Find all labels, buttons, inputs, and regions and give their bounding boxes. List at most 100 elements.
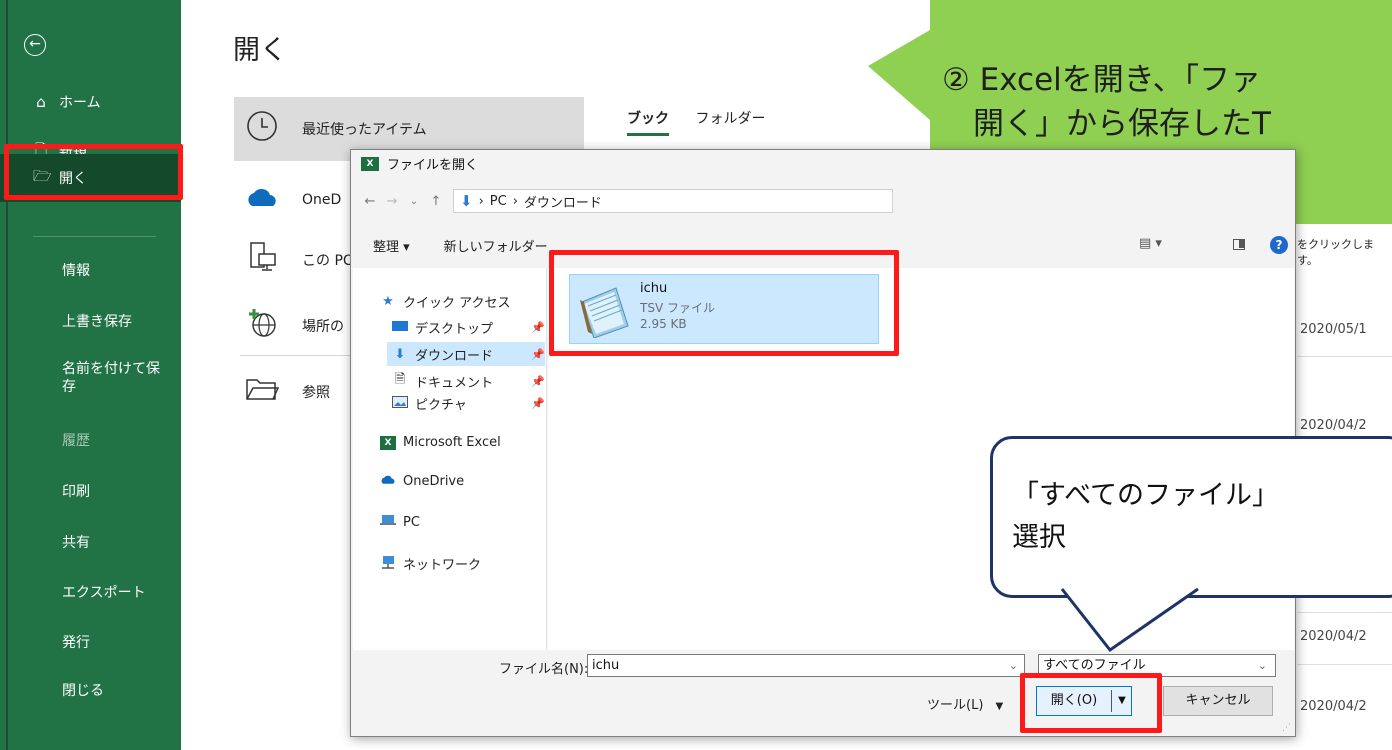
row-divider — [1297, 664, 1392, 665]
breadcrumb-downloads[interactable]: ダウンロード — [524, 192, 602, 211]
back-icon[interactable]: ← — [359, 194, 381, 209]
row-divider — [1297, 612, 1392, 613]
location-onedrive-label: OneD — [302, 192, 342, 208]
network-icon — [379, 555, 397, 573]
nav-downloads-label: ダウンロード — [415, 348, 494, 364]
chevron-down-icon: ⌄ — [1257, 659, 1267, 672]
excel-icon: X — [361, 156, 379, 171]
tab-folders[interactable]: フォルダー — [695, 111, 765, 127]
nav-pc[interactable]: PC — [379, 514, 420, 530]
nav-network[interactable]: ネットワーク — [379, 554, 481, 573]
globe-add-icon — [242, 306, 282, 346]
nav-home-label: ホーム — [59, 95, 101, 111]
filename-label: ファイル名(N): — [499, 662, 589, 677]
back-arrow-icon[interactable]: ← — [24, 34, 46, 56]
location-browse-label: 参照 — [302, 385, 330, 401]
nav-publish[interactable]: 発行 — [0, 622, 181, 662]
speech-bubble-text: 「すべてのファイル」 選択 — [1012, 480, 1280, 553]
screen: ← ⌂ ホーム 🗋 新規 🗁 開く 情報 上書き保存 名前を付けて保存 履歴 印… — [0, 0, 1392, 750]
pin-icon: 📌 — [531, 374, 545, 388]
nav-desktop[interactable]: デスクトップ 📌 — [391, 318, 545, 337]
breadcrumb-sep-icon: › — [478, 193, 484, 209]
tab-books[interactable]: ブック — [627, 111, 669, 136]
filename-input[interactable]: ichu ⌄ — [587, 654, 1025, 677]
nav-microsoft-excel[interactable]: X Microsoft Excel — [379, 434, 501, 450]
nav-downloads[interactable]: ⬇ ダウンロード 📌 — [387, 342, 545, 366]
location-recent-label: 最近使ったアイテム — [302, 122, 427, 138]
breadcrumb-sep-icon: › — [512, 193, 518, 209]
tools-button[interactable]: ツール(L) ▼ — [927, 694, 1003, 713]
nav-quick-access[interactable]: ★ クイック アクセス — [379, 292, 510, 311]
filename-value: ichu — [592, 658, 620, 673]
recent-date-2: 2020/04/2 — [1300, 418, 1367, 433]
nav-divider — [33, 236, 156, 237]
excel-icon: X — [379, 434, 397, 450]
caret-down-icon: ▼ — [995, 701, 1004, 712]
pin-icon: 📌 — [531, 397, 545, 410]
nav-close[interactable]: 閉じる — [0, 670, 181, 710]
nav-home[interactable]: ⌂ ホーム — [0, 82, 181, 122]
backstage-nav: ← ⌂ ホーム 🗋 新規 🗁 開く 情報 上書き保存 名前を付けて保存 履歴 印… — [0, 0, 181, 750]
nav-quick-access-label: クイック アクセス — [403, 296, 511, 311]
nav-export[interactable]: エクスポート — [0, 572, 181, 612]
clock-icon — [242, 109, 282, 149]
highlight-open-button — [1020, 673, 1162, 733]
nav-pictures-label: ピクチャ — [415, 398, 467, 413]
nav-onedrive[interactable]: OneDrive — [379, 474, 464, 489]
computer-icon — [379, 514, 397, 530]
nav-desktop-label: デスクトップ — [415, 322, 494, 337]
dialog-title-bar: X ファイルを開く — [361, 154, 478, 173]
nav-info[interactable]: 情報 — [0, 250, 181, 290]
nav-save[interactable]: 上書き保存 — [0, 301, 181, 341]
navigation-pane: ★ クイック アクセス デスクトップ 📌 ⬇ ダウンロード 📌 🗎 ドキュメント… — [353, 268, 547, 650]
new-folder-button[interactable]: 新しいフォルダー — [444, 236, 548, 255]
chevron-down-icon[interactable]: ⌄ — [1009, 655, 1018, 676]
folder-browse-icon — [242, 376, 282, 408]
tools-label: ツール(L) — [927, 698, 984, 713]
highlight-file-item — [549, 250, 899, 356]
document-icon: 🗎 — [394, 372, 406, 387]
resize-grip-icon[interactable]: ⋰ — [1282, 723, 1292, 733]
recent-locations-icon[interactable]: ⌄ — [403, 196, 425, 207]
pin-icon: 📌 — [531, 347, 545, 361]
onedrive-cloud-icon — [379, 474, 397, 489]
preview-pane-icon[interactable] — [1233, 239, 1245, 250]
highlight-open-nav — [4, 144, 183, 200]
dialog-title: ファイルを開く — [387, 158, 479, 173]
computer-icon — [242, 240, 282, 280]
nav-save-as[interactable]: 名前を付けて保存 — [0, 352, 160, 398]
recent-date-3: 2020/04/2 — [1300, 629, 1367, 644]
breadcrumb-pc[interactable]: PC — [490, 194, 507, 209]
organize-button[interactable]: 整理 ▾ — [373, 236, 410, 255]
location-this-pc-label: この PC — [302, 253, 353, 269]
file-type-value: すべてのファイル — [1043, 658, 1146, 673]
pin-icon: 📌 — [531, 321, 545, 334]
location-add-place-label: 場所の — [302, 319, 344, 335]
nav-print[interactable]: 印刷 — [0, 471, 181, 511]
nav-pictures[interactable]: ピクチャ 📌 — [391, 394, 545, 413]
hint-text: をクリックします。 — [1297, 238, 1374, 267]
nav-onedrive-label: OneDrive — [403, 474, 465, 489]
address-bar: ← → ⌄ ↑ ⬇ › PC › ダウンロード — [351, 182, 1295, 220]
path-box[interactable]: ⬇ › PC › ダウンロード — [453, 189, 893, 213]
help-icon[interactable]: ? — [1270, 236, 1288, 254]
desktop-icon — [391, 320, 409, 336]
onedrive-cloud-icon — [242, 186, 282, 214]
recent-date-4: 2020/04/2 — [1300, 699, 1367, 714]
star-icon: ★ — [382, 294, 394, 309]
download-arrow-icon: ⬇ — [460, 192, 473, 210]
nav-history: 履歴 — [62, 433, 90, 449]
download-arrow-icon: ⬇ — [394, 346, 406, 362]
picture-icon — [391, 395, 409, 412]
forward-icon: → — [386, 193, 398, 209]
change-view-icon[interactable]: ▤ ▾ — [1139, 236, 1162, 251]
cancel-button[interactable]: キャンセル — [1163, 686, 1273, 716]
up-folder-icon[interactable]: ↑ — [425, 194, 447, 209]
speech-bubble-tail — [1060, 586, 1200, 653]
row-divider — [1297, 356, 1392, 357]
nav-share[interactable]: 共有 — [0, 522, 181, 562]
open-tabs: ブック フォルダー — [627, 108, 787, 136]
home-icon: ⌂ — [36, 93, 46, 111]
nav-documents-label: ドキュメント — [415, 375, 494, 391]
nav-documents[interactable]: 🗎 ドキュメント 📌 — [391, 370, 545, 392]
